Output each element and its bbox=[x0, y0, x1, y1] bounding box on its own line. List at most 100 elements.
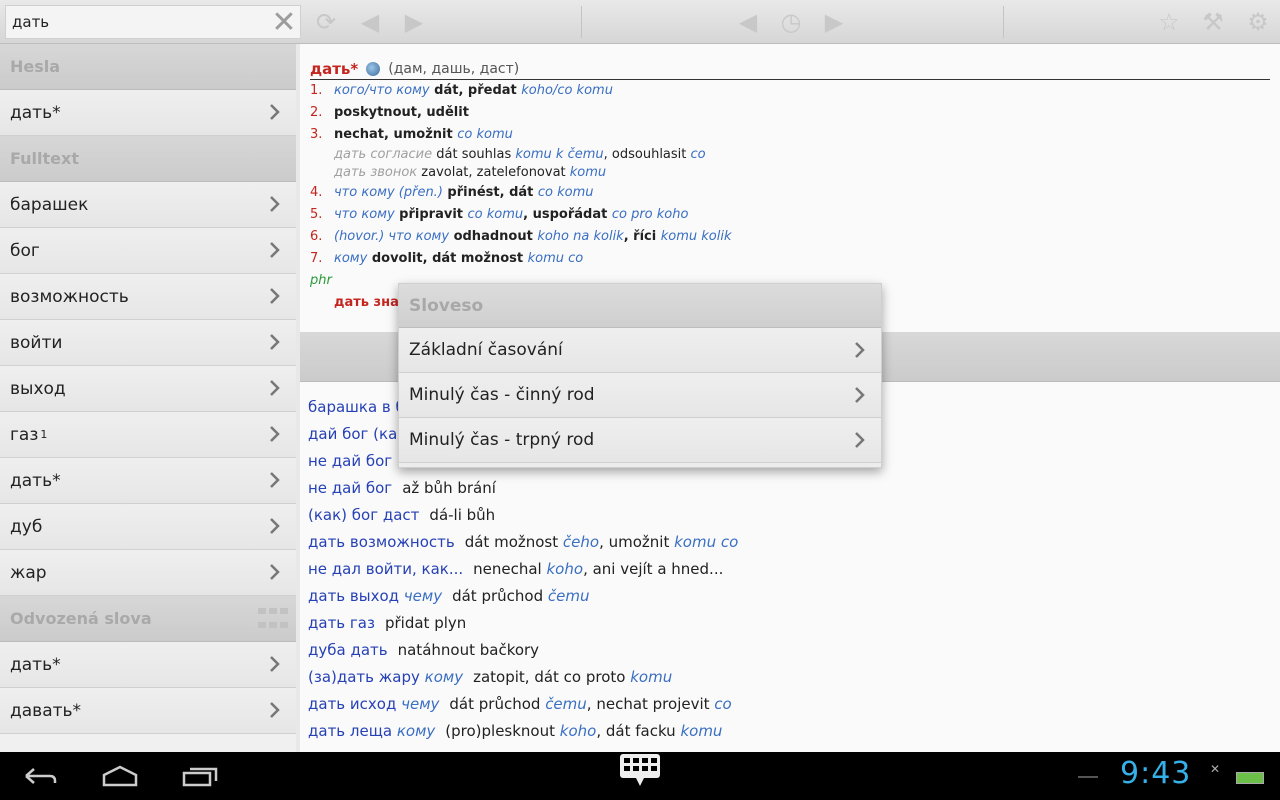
dialog-item[interactable]: Základní časování bbox=[399, 328, 881, 373]
history-forward-icon[interactable]: ▶ bbox=[816, 4, 852, 40]
toolbar-separator bbox=[581, 6, 582, 38]
result-row[interactable]: (как) бог даст dá-li bůh bbox=[308, 502, 1272, 529]
list-item[interactable]: барашек bbox=[0, 182, 296, 228]
entry-text: komu co bbox=[527, 251, 584, 266]
result-cz-part: , nechat projevit bbox=[586, 695, 715, 713]
list-item[interactable]: дать* bbox=[0, 642, 296, 688]
result-ru[interactable]: дуба дать bbox=[308, 641, 388, 659]
result-cz: dá-li bůh bbox=[429, 506, 495, 524]
dialog-items: Základní časování Minulý čas - činný rod M… bbox=[399, 328, 881, 463]
history-back-icon[interactable]: ◀ bbox=[730, 4, 766, 40]
list-item[interactable]: жар bbox=[0, 550, 296, 596]
result-row[interactable]: дать исход чему dát průchod čemu, nechat … bbox=[308, 691, 1272, 718]
result-ru[interactable]: дай бог (каж bbox=[308, 425, 411, 443]
result-row[interactable]: дать выход чему dát průchod čemu bbox=[308, 583, 1272, 610]
entry-text: кого/что кому bbox=[334, 83, 430, 98]
sidebar.fulltext-label: дать* bbox=[10, 470, 61, 491]
chevron-right-icon bbox=[264, 240, 284, 260]
sidebar.fulltext-label: выход bbox=[10, 378, 66, 399]
list-item[interactable]: бог bbox=[0, 228, 296, 274]
list-item[interactable]: давать* bbox=[0, 688, 296, 734]
chevron-right-icon bbox=[264, 562, 284, 582]
result-ru-part: не дай бог bbox=[308, 452, 393, 470]
result-row[interactable]: дать леща кому (pro)plesknout koho, dát f… bbox=[308, 718, 1272, 745]
result-cz-part: čemu bbox=[545, 695, 587, 713]
sense-number: 1. bbox=[310, 83, 323, 98]
dialog-item[interactable]: Minulý čas - činný rod bbox=[399, 373, 881, 418]
result-cz: nenechal koho, ani vejít a hned... bbox=[473, 560, 723, 578]
back-nav-icon[interactable] bbox=[10, 760, 70, 792]
sense-row: 7. кому dovolit, dát možnost komu co bbox=[310, 248, 1270, 270]
entry-text: дать согласие bbox=[334, 147, 433, 162]
recent-apps-icon[interactable] bbox=[170, 760, 230, 792]
list-item[interactable]: дуб bbox=[0, 504, 296, 550]
result-ru-part: не дал войти, как... bbox=[308, 560, 464, 578]
chevron-right-icon bbox=[264, 194, 284, 214]
list-item[interactable]: возможность bbox=[0, 274, 296, 320]
result-row[interactable]: не дал войти, как... nenechal koho, ani v… bbox=[308, 556, 1272, 583]
result-ru[interactable]: барашка в б bbox=[308, 398, 405, 416]
list-item[interactable]: выход bbox=[0, 366, 296, 412]
system-bar: 9:43 ✕ bbox=[0, 752, 1280, 800]
list-item[interactable]: газ 1 bbox=[0, 412, 296, 458]
keyboard-icon[interactable] bbox=[610, 754, 670, 788]
result-row[interactable]: (за)дать жару кому zatopit, dát co proto … bbox=[308, 664, 1272, 691]
chevron-right-icon bbox=[849, 340, 869, 360]
home-nav-icon[interactable] bbox=[90, 760, 150, 792]
dialog-item-label: Minulý čas - trpný rod bbox=[409, 430, 595, 450]
chevron-right-icon bbox=[264, 424, 284, 444]
result-ru[interactable]: (как) бог даст bbox=[308, 506, 419, 524]
sidebar.derived-label: давать* bbox=[10, 700, 82, 721]
sidebar.fulltext-label: жар bbox=[10, 562, 47, 583]
list-item[interactable]: войти bbox=[0, 320, 296, 366]
entry-header: дать* (дам, дашь, даст) bbox=[310, 58, 1270, 80]
chevron-right-icon bbox=[849, 385, 869, 405]
result-row[interactable]: дуба дать natáhnout bačkory bbox=[308, 637, 1272, 664]
result-cz: přidat plyn bbox=[385, 614, 466, 632]
entry-text: odhadnout bbox=[449, 229, 538, 244]
grid-icon[interactable] bbox=[258, 608, 288, 632]
result-ru[interactable]: дать исход чему bbox=[308, 695, 439, 713]
top-toolbar: ✕ ⟳ ◀ ▶ ◀ ◷ ▶ ☆ ⚒ ⚙ bbox=[0, 0, 1280, 44]
result-ru[interactable]: не дал войти, как... bbox=[308, 560, 463, 578]
tools-icon[interactable]: ⚒ bbox=[1195, 4, 1231, 40]
chevron-right-icon bbox=[264, 470, 284, 490]
result-ru[interactable]: дать возможность bbox=[308, 533, 455, 551]
result-cz-part: co bbox=[714, 695, 732, 713]
sidebar.fulltext-label: возможность bbox=[10, 286, 129, 307]
result-ru-part: (за)дать жару bbox=[308, 668, 425, 686]
result-ru[interactable]: не дай бог bbox=[308, 452, 392, 470]
result-cz: dát průchod čemu, nechat projevit co bbox=[449, 695, 731, 713]
senses-list: 1. кого/что кому dát, předat koho/co komu… bbox=[310, 80, 1270, 270]
forward-icon[interactable]: ▶ bbox=[396, 4, 432, 40]
list-item[interactable]: дать* bbox=[0, 90, 296, 136]
list-item[interactable]: дать* bbox=[0, 458, 296, 504]
entry-text: co komu bbox=[457, 127, 513, 142]
result-ru-part: дай бог (каж bbox=[308, 425, 411, 443]
settings-icon[interactable]: ⚙ bbox=[1240, 4, 1276, 40]
result-ru[interactable]: дать газ bbox=[308, 614, 375, 632]
result-ru[interactable]: дать выход чему bbox=[308, 587, 442, 605]
sense-number: 2. bbox=[310, 105, 323, 120]
result-ru[interactable]: дать леща кому bbox=[308, 722, 435, 740]
result-cz-part: natáhnout bačkory bbox=[397, 641, 540, 659]
result-cz-part: komu bbox=[630, 668, 673, 686]
result-row[interactable]: дать газ přidat plyn bbox=[308, 610, 1272, 637]
entry-text: , odsouhlasit bbox=[603, 147, 691, 162]
back-icon[interactable]: ◀ bbox=[352, 4, 388, 40]
sound-icon[interactable] bbox=[366, 61, 381, 76]
history-icon[interactable]: ◷ bbox=[773, 4, 809, 40]
clear-icon[interactable]: ✕ bbox=[266, 4, 302, 40]
result-row[interactable]: дать возможность dát možnost čeho, umožni… bbox=[308, 529, 1272, 556]
chevron-right-icon bbox=[849, 430, 869, 450]
result-ru[interactable]: (за)дать жару кому bbox=[308, 668, 463, 686]
star-icon[interactable]: ☆ bbox=[1151, 4, 1187, 40]
refresh-icon[interactable]: ⟳ bbox=[308, 4, 344, 40]
result-ru[interactable]: не дай бог bbox=[308, 479, 392, 497]
result-ru-part: кому bbox=[424, 668, 464, 686]
result-cz-part: čeho bbox=[562, 533, 600, 551]
search-input[interactable] bbox=[5, 5, 301, 39]
dialog-item[interactable]: Minulý čas - trpný rod bbox=[399, 418, 881, 463]
result-row[interactable]: не дай бог až bůh brání bbox=[308, 475, 1272, 502]
result-ru-part: чему bbox=[401, 695, 440, 713]
